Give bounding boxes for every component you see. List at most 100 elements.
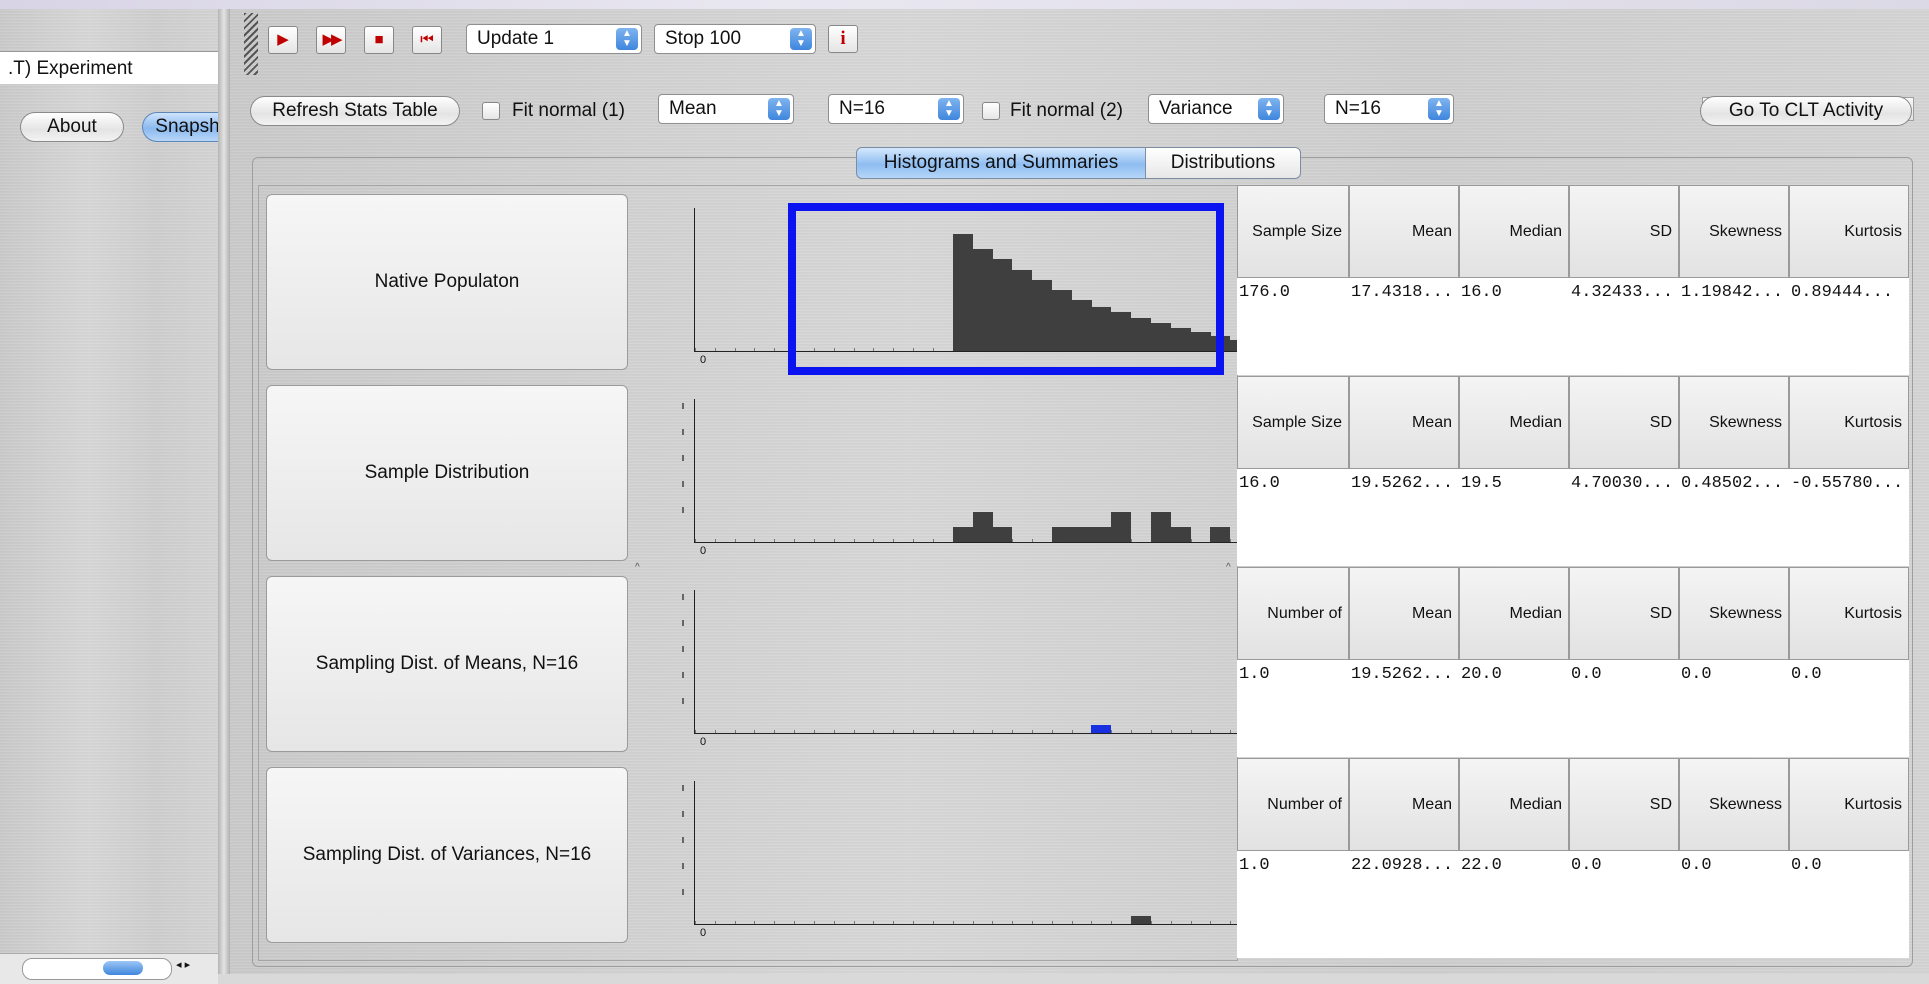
go-to-clt-activity-button[interactable]: Go To CLT Activity [1700,96,1912,126]
toolbar-grip-icon[interactable] [244,13,258,75]
x-axis-tick [1230,921,1231,924]
info-button[interactable]: i [828,25,858,53]
stats-cell: 22.0928... [1351,856,1454,875]
stats-cell: 0.0 [1791,665,1822,684]
stop-select[interactable]: Stop 100 ▲ ▼ [654,24,816,54]
stats-column-header[interactable]: Skewness [1679,376,1789,469]
stats-column-header[interactable]: Mean [1349,758,1459,851]
y-axis-tick [682,646,684,652]
tab-histograms-and-summaries[interactable]: Histograms and Summaries [856,147,1146,179]
fit-normal-2-checkbox[interactable] [982,102,1000,120]
n2-select[interactable]: N=16 ▲ ▼ [1324,94,1454,124]
horizontal-scrollbar[interactable]: ◂ ▸ [0,953,218,984]
stats-column-header[interactable]: Mean [1349,567,1459,660]
stats-column-header[interactable]: Median [1459,185,1569,278]
stat2-select[interactable]: Variance ▲ ▼ [1148,94,1284,124]
stats-column-header[interactable]: Sample Size [1237,376,1349,469]
splitter-arrow-icon[interactable]: ^ [1226,562,1231,573]
native-population-button[interactable]: Native Populaton [266,194,628,370]
stats-cell: 1.0 [1239,856,1270,875]
histogram-bar [953,527,973,542]
x-axis-tick [1032,921,1033,924]
stats-column-header[interactable]: Number of [1237,758,1349,851]
stats-cell: 19.5 [1461,474,1502,493]
x-axis-tick [754,730,755,733]
stats-cell: 0.0 [1681,665,1712,684]
update-select[interactable]: Update 1 ▲ ▼ [466,24,642,54]
scroll-thumb[interactable] [103,961,143,975]
stats-cell: 20.0 [1461,665,1502,684]
x-axis-tick [992,730,993,733]
histogram-bar [1171,527,1191,542]
stats-column-header[interactable]: Sample Size [1237,185,1349,278]
x-axis-tick [814,730,815,733]
sampling-means-button[interactable]: Sampling Dist. of Means, N=16 [266,576,628,752]
fit-normal-1-label: Fit normal (1) [512,100,625,121]
x-axis-tick [735,539,736,542]
stats-cell: -0.55780... [1791,474,1904,493]
sampling-variances-button[interactable]: Sampling Dist. of Variances, N=16 [266,767,628,943]
fit-normal-2-label: Fit normal (2) [1010,100,1123,121]
stats-column-header[interactable]: Kurtosis [1789,185,1909,278]
stats-column-header[interactable]: Kurtosis [1789,758,1909,851]
stats-column-header[interactable]: SD [1569,567,1679,660]
stats-column-header[interactable]: Skewness [1679,567,1789,660]
stats-column-header[interactable]: Skewness [1679,758,1789,851]
stat1-select[interactable]: Mean ▲ ▼ [658,94,794,124]
stats-column-header[interactable]: Mean [1349,376,1459,469]
stats-column-header[interactable]: Median [1459,567,1569,660]
stats-column-header[interactable]: SD [1569,185,1679,278]
play-button[interactable]: ▶ [268,26,298,54]
stats-cell: 17.4318... [1351,283,1454,302]
x-axis-tick [973,730,974,733]
splitter-arrow-icon[interactable]: ^ [635,562,640,573]
stats-table-variances: Number of 1.0 Mean 22.0928... Median 22.0 SD 0.… [1237,758,1909,958]
x-axis-tick [953,730,954,733]
x-axis-tick [1012,921,1013,924]
x-axis-tick [854,730,855,733]
fit-normal-1-checkbox[interactable] [482,102,500,120]
fast-forward-button[interactable]: ▶▶ [316,26,346,54]
n1-select[interactable]: N=16 ▲ ▼ [828,94,964,124]
sample-distribution-button[interactable]: Sample Distribution [266,385,628,561]
y-axis [694,208,695,352]
scroll-arrows-icon[interactable]: ◂ ▸ [176,958,190,971]
stats-column-header[interactable]: SD [1569,758,1679,851]
x-axis-tick [754,348,755,351]
window-top-strip [0,0,1929,9]
y-axis [694,590,695,734]
y-axis-tick [682,785,684,791]
x-axis-tick [1191,539,1192,542]
x-axis-tick [774,921,775,924]
select-arrows-icon: ▲ ▼ [616,28,638,50]
axis-zero-label: 0 [700,736,707,748]
stats-cell: 0.0 [1571,856,1602,875]
refresh-stats-button[interactable]: Refresh Stats Table [250,96,460,126]
experiment-field[interactable]: .T) Experiment [0,51,218,85]
scroll-track[interactable] [22,958,172,980]
stats-column-header[interactable]: Mean [1349,185,1459,278]
histogram-bar [1052,527,1072,542]
about-button[interactable]: About [20,112,124,142]
x-axis [694,733,1250,734]
stats-table-native: Sample Size 176.0 Mean 17.4318... Median 16.0… [1237,185,1909,375]
histogram-bar [1111,512,1131,542]
main-panel: ▶ ▶▶ ■ ⏮ Update 1 ▲ ▼ Stop 100 ▲ ▼ i Refre… [230,9,1929,974]
panel-splitter[interactable] [218,9,230,974]
x-axis-tick [834,921,835,924]
reset-button[interactable]: ⏮ [412,26,442,54]
tab-distributions[interactable]: Distributions [1145,147,1301,179]
stats-column-header[interactable]: Kurtosis [1789,567,1909,660]
n1-select-value: N=16 [839,98,885,119]
stats-column-header[interactable]: Kurtosis [1789,376,1909,469]
stop-button[interactable]: ■ [364,26,394,54]
stats-column-header[interactable]: SD [1569,376,1679,469]
stats-column-header[interactable]: Number of [1237,567,1349,660]
left-panel: .T) Experiment About Snapsh ▴ ◂ ▸ [0,9,232,984]
stats-column-header[interactable]: Median [1459,758,1569,851]
stats-column-header[interactable]: Skewness [1679,185,1789,278]
axis-zero-label: 0 [700,545,707,557]
y-axis-tick [682,672,684,678]
x-axis-tick [834,730,835,733]
stats-column-header[interactable]: Median [1459,376,1569,469]
